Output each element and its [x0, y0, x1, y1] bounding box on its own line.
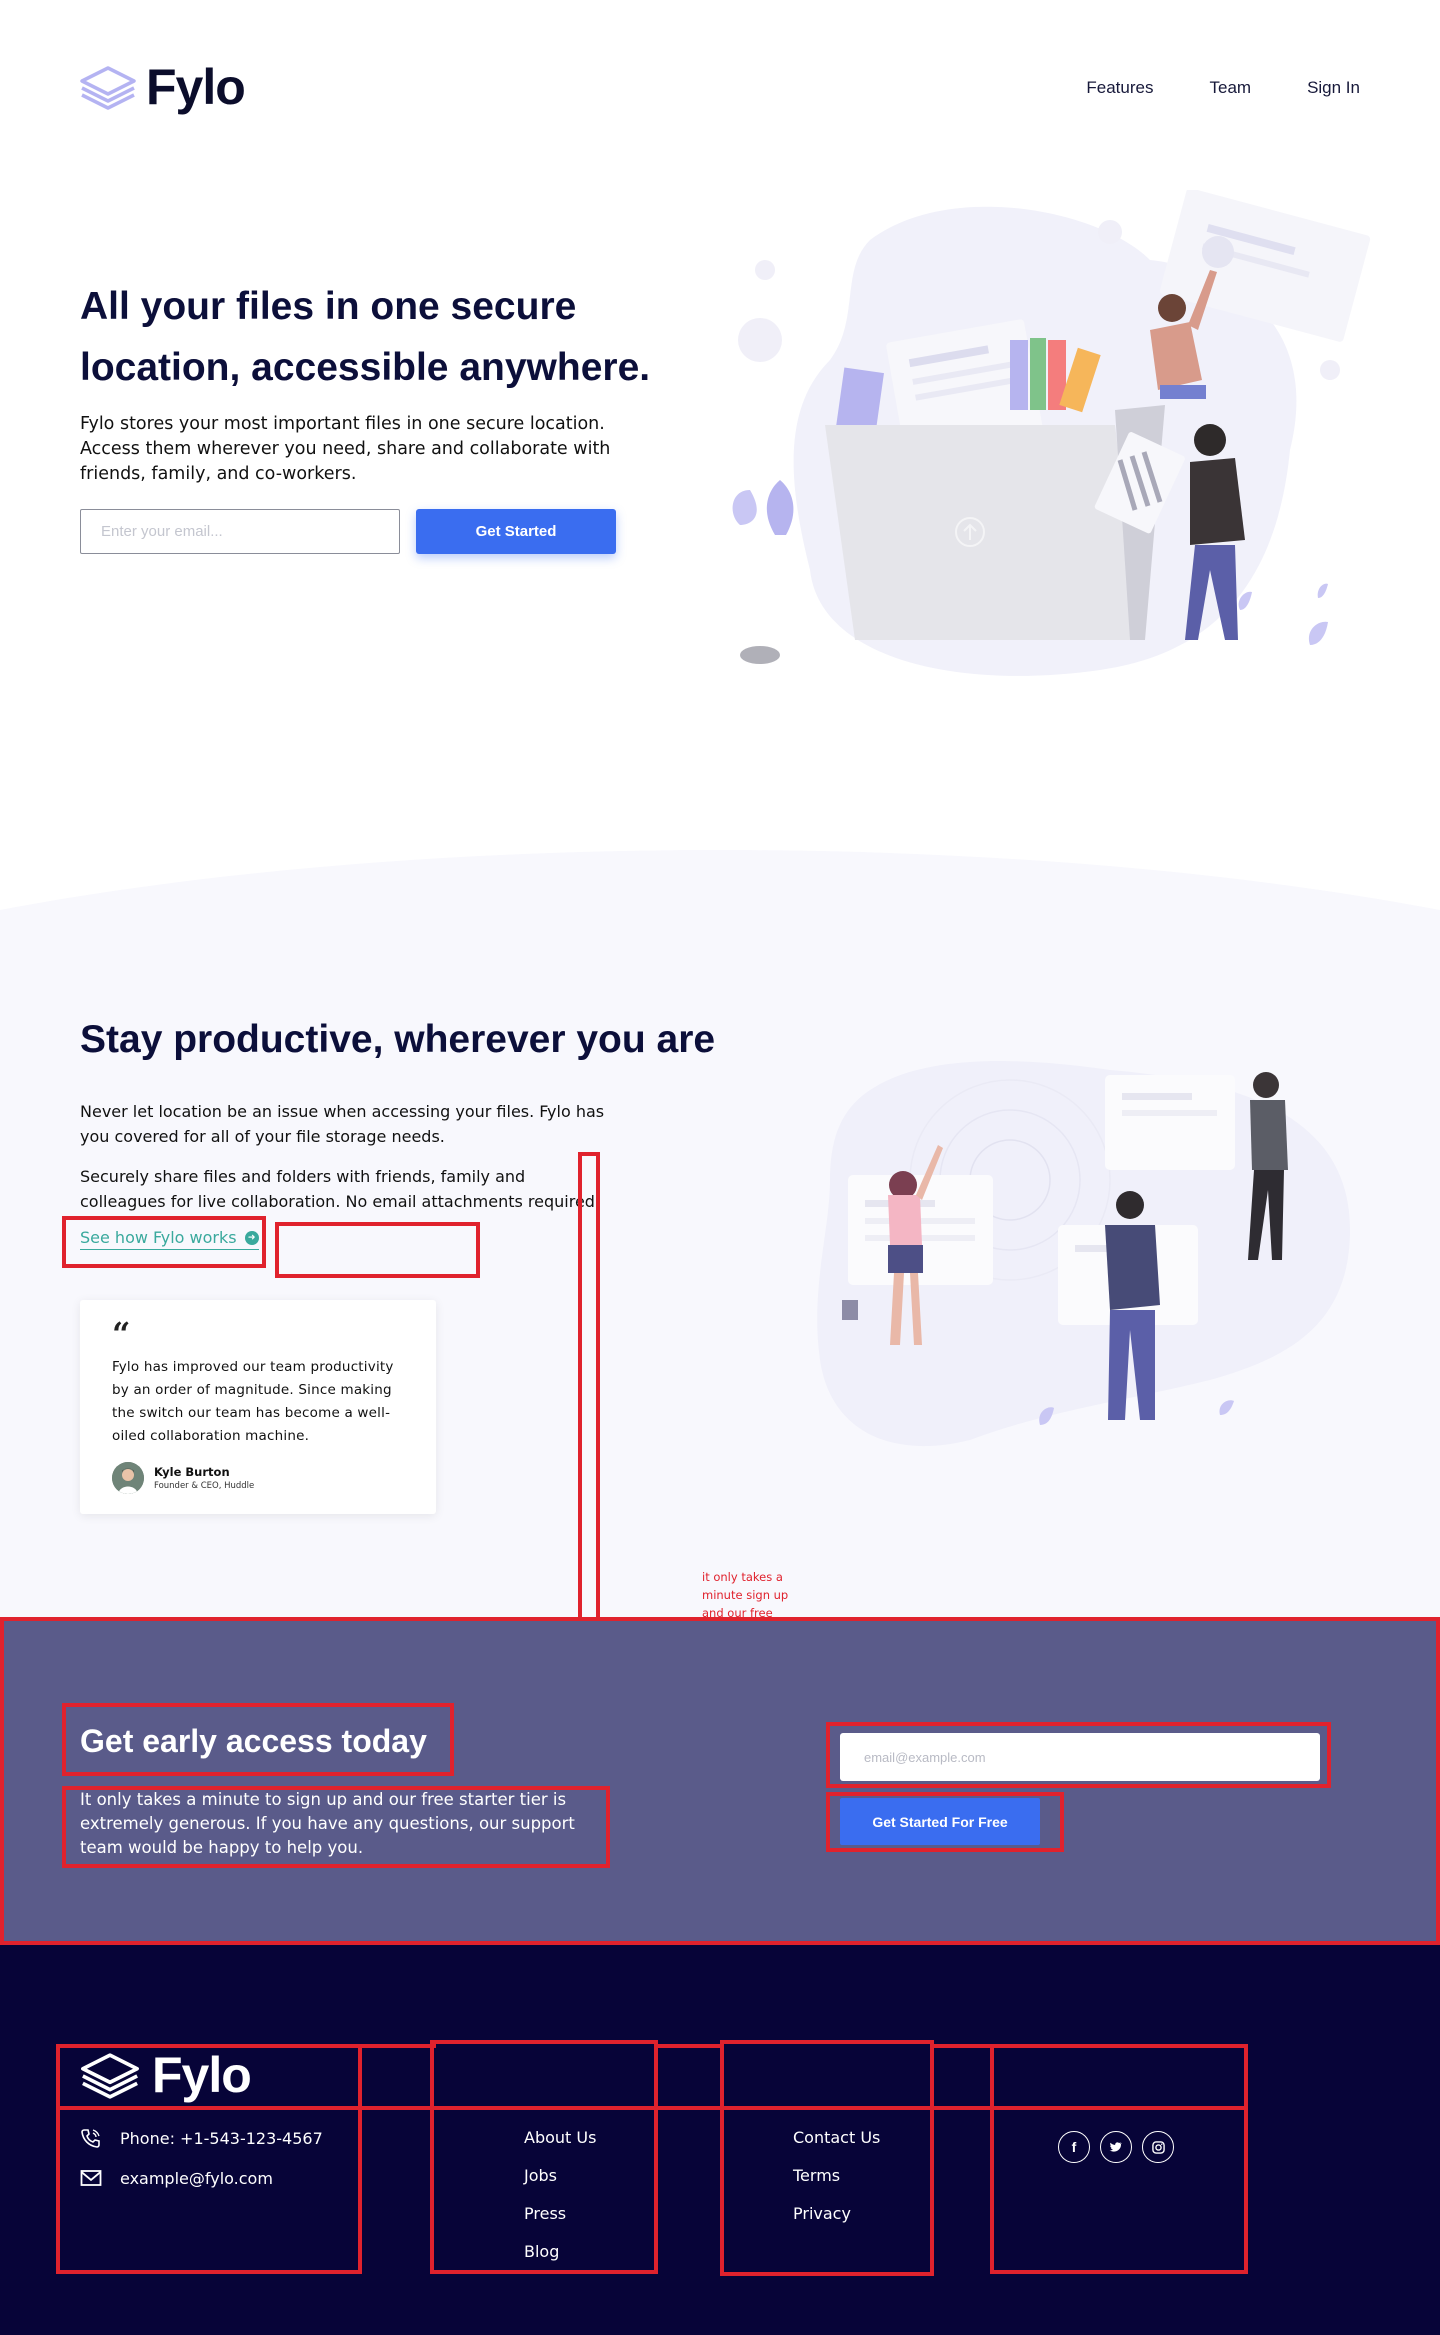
- author-role: Founder & CEO, Huddle: [154, 1481, 255, 1491]
- footer-link-contact-us[interactable]: Contact Us: [793, 2128, 880, 2148]
- footer-email-text: example@fylo.com: [120, 2168, 273, 2188]
- footer-link-terms[interactable]: Terms: [793, 2166, 880, 2186]
- hero-email-input[interactable]: [80, 509, 400, 554]
- footer-links-column-2: Contact Us Terms Privacy: [793, 2128, 880, 2224]
- see-how-fylo-works-link[interactable]: See how Fylo works ➜: [80, 1228, 259, 1250]
- logo-icon: [80, 66, 136, 110]
- footer-logo[interactable]: Fylo: [80, 2047, 252, 2103]
- hero-title: All your files in one secure location, a…: [80, 285, 651, 389]
- nav-link-features[interactable]: Features: [1086, 78, 1153, 98]
- email-icon: [80, 2170, 102, 2186]
- productive-title: Stay productive, wherever you are: [80, 1018, 716, 1061]
- annotation-box-footer-col1-top: [430, 2040, 658, 2110]
- productive-illustration: [817, 1061, 1350, 1447]
- annotation-box-empty: [275, 1222, 480, 1278]
- navbar: Fylo Features Team Sign In: [0, 0, 1440, 180]
- logo-text: Fylo: [146, 59, 246, 115]
- footer-link-about-us[interactable]: About Us: [524, 2128, 596, 2148]
- productive-paragraph-1: Never let location be an issue when acce…: [80, 1102, 605, 1146]
- quote-icon: “: [112, 1315, 131, 1353]
- author-name: Kyle Burton: [154, 1465, 230, 1479]
- footer-phone: Phone: +1-543-123-4567: [80, 2128, 323, 2148]
- footer-email: example@fylo.com: [80, 2168, 273, 2188]
- phone-icon: [81, 2129, 100, 2148]
- footer-link-jobs[interactable]: Jobs: [524, 2166, 596, 2186]
- annotation-connector-3: [930, 2044, 994, 2110]
- early-access-text: It only takes a minute to sign up and ou…: [80, 1790, 575, 1857]
- hero-get-started-button[interactable]: Get Started: [416, 509, 616, 554]
- see-how-link-label: See how Fylo works: [80, 1228, 237, 1247]
- avatar: [112, 1462, 144, 1494]
- footer-logo-icon: [81, 2053, 139, 2099]
- early-access-title: Get early access today: [80, 1723, 427, 1759]
- twitter-icon[interactable]: [1100, 2131, 1132, 2163]
- footer-link-privacy[interactable]: Privacy: [793, 2204, 880, 2224]
- annotation-box-footer-social-top: [990, 2044, 1248, 2110]
- logo[interactable]: Fylo: [80, 59, 246, 115]
- hero-text: Fylo stores your most important files in…: [80, 414, 611, 484]
- nav-link-sign-in[interactable]: Sign In: [1307, 78, 1360, 98]
- footer-phone-text: Phone: +1-543-123-4567: [120, 2128, 323, 2148]
- arrow-right-icon: ➜: [244, 1230, 259, 1245]
- get-started-for-free-button[interactable]: Get Started For Free: [840, 1798, 1040, 1845]
- footer-logo-text: Fylo: [152, 2047, 252, 2103]
- productive-paragraph-2: Securely share files and folders with fr…: [80, 1167, 602, 1211]
- social-links: f: [1058, 2131, 1174, 2163]
- nav-links: Features Team Sign In: [1086, 78, 1360, 98]
- hero-illustration: [732, 190, 1371, 676]
- early-access-email-input[interactable]: [840, 1733, 1320, 1781]
- footer-links-column-1: About Us Jobs Press Blog: [524, 2128, 596, 2262]
- annotation-connector-1: [356, 2044, 436, 2110]
- annotation-connector-2: [654, 2044, 724, 2110]
- footer-link-blog[interactable]: Blog: [524, 2242, 596, 2262]
- footer-link-press[interactable]: Press: [524, 2204, 596, 2224]
- annotation-box-footer-col2-top: [720, 2040, 934, 2110]
- facebook-icon[interactable]: f: [1058, 2131, 1090, 2163]
- instagram-icon[interactable]: [1142, 2131, 1174, 2163]
- testimonial-author: Kyle Burton Founder & CEO, Huddle: [112, 1462, 404, 1494]
- nav-link-team[interactable]: Team: [1209, 78, 1251, 98]
- testimonial-text: Fylo has improved our team productivity …: [112, 1359, 394, 1444]
- testimonial-card: “ Fylo has improved our team productivit…: [80, 1300, 436, 1514]
